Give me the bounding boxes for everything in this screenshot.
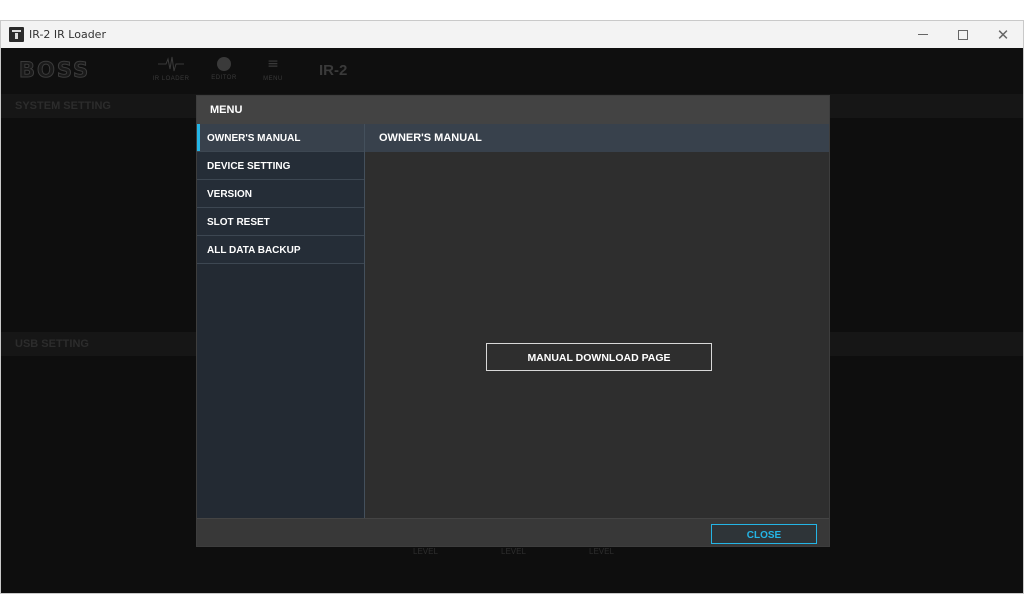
minimize-icon xyxy=(918,34,928,35)
toolbar-ir-loader-label: IR LOADER xyxy=(152,76,190,82)
manual-download-label: MANUAL DOWNLOAD PAGE xyxy=(527,352,671,364)
menu-dialog: MENU OWNER'S MANUAL DEVICE SETTING VERSI… xyxy=(196,95,830,547)
level-label: LEVEL xyxy=(413,547,438,556)
close-button-label: CLOSE xyxy=(746,530,782,541)
menu-item-label: ALL DATA BACKUP xyxy=(207,245,301,256)
system-setting-label: SYSTEM SETTING xyxy=(15,100,111,112)
menu-list: OWNER'S MANUAL DEVICE SETTING VERSION SL… xyxy=(197,124,365,518)
title-bar[interactable]: IR-2 IR Loader ✕ xyxy=(1,21,1023,48)
maximize-icon xyxy=(958,29,968,40)
toolbar-menu[interactable]: ≡ MENU xyxy=(253,56,293,90)
menu-item-label: VERSION xyxy=(207,189,253,200)
level-label: LEVEL xyxy=(501,547,526,556)
menu-item-version[interactable]: VERSION xyxy=(197,180,364,208)
menu-item-label: SLOT RESET xyxy=(207,217,270,228)
hamburger-menu-icon: ≡ xyxy=(267,56,279,72)
model-name: IR-2 xyxy=(319,62,348,79)
content-title: OWNER'S MANUAL xyxy=(379,132,482,144)
content-header: OWNER'S MANUAL xyxy=(365,124,829,152)
menu-item-slot-reset[interactable]: SLOT RESET xyxy=(197,208,364,236)
app-window: IR-2 IR Loader ✕ BOSS IR LOADER EDITOR ≡… xyxy=(0,20,1024,594)
dialog-title: MENU xyxy=(210,104,243,116)
toolbar-menu-label: MENU xyxy=(263,76,283,82)
minimize-button[interactable] xyxy=(903,21,943,48)
app-icon xyxy=(9,27,24,42)
usb-setting-label: USB SETTING xyxy=(15,338,89,350)
maximize-button[interactable] xyxy=(943,21,983,48)
manual-download-button[interactable]: MANUAL DOWNLOAD PAGE xyxy=(486,343,712,371)
window-title: IR-2 IR Loader xyxy=(29,28,106,41)
close-window-button[interactable]: ✕ xyxy=(983,21,1023,48)
toolbar-ir-loader[interactable]: IR LOADER xyxy=(149,56,193,90)
dialog-footer: CLOSE xyxy=(197,518,829,546)
menu-item-label: DEVICE SETTING xyxy=(207,161,291,172)
dialog-header: MENU xyxy=(197,96,829,124)
menu-item-all-data-backup[interactable]: ALL DATA BACKUP xyxy=(197,236,364,264)
menu-item-owners-manual[interactable]: OWNER'S MANUAL xyxy=(197,124,364,152)
app-toolbar: BOSS IR LOADER EDITOR ≡ MENU IR-2 xyxy=(1,48,1023,94)
waveform-icon xyxy=(158,56,184,72)
close-icon: ✕ xyxy=(996,25,1010,44)
toolbar-editor[interactable]: EDITOR xyxy=(204,56,244,90)
boss-logo: BOSS xyxy=(18,58,91,83)
knob-icon xyxy=(217,57,231,71)
level-label: LEVEL xyxy=(589,547,614,556)
toolbar-editor-label: EDITOR xyxy=(211,75,237,81)
menu-item-label: OWNER'S MANUAL xyxy=(207,133,301,144)
close-button[interactable]: CLOSE xyxy=(711,524,817,544)
content-panel xyxy=(365,152,829,518)
menu-item-device-setting[interactable]: DEVICE SETTING xyxy=(197,152,364,180)
